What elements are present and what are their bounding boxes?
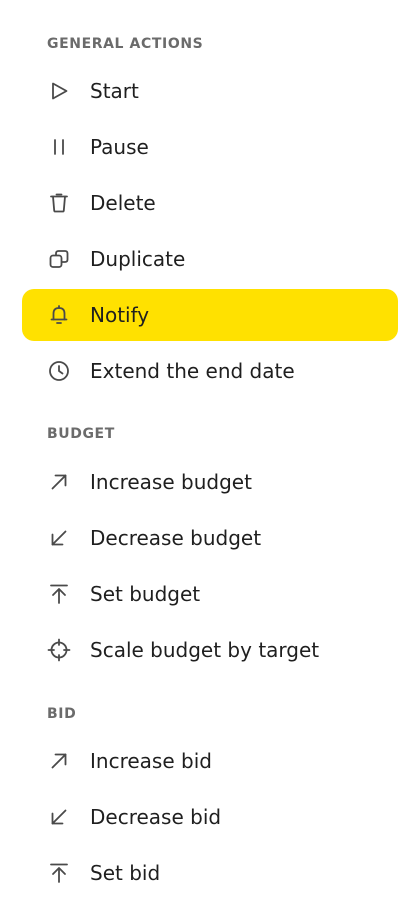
play-icon [47,79,71,103]
clock-icon [47,359,71,383]
arrow-up-right-icon [47,470,71,494]
menu-item-label: Delete [90,191,156,215]
menu-item-increase-bid[interactable]: Increase bid [22,735,398,787]
menu-item-label: Notify [90,303,150,327]
arrow-up-right-icon [47,749,71,773]
menu-item-set-bid[interactable]: Set bid [22,847,398,899]
duplicate-icon [47,247,71,271]
arrow-up-to-line-icon [47,861,71,885]
bell-icon [47,303,71,327]
section-header-bid: BID [47,706,77,722]
trash-icon [47,191,71,215]
menu-item-scale-budget-by-target[interactable]: Scale budget by target [22,624,398,676]
arrow-down-left-icon [47,526,71,550]
menu-item-label: Scale budget by target [90,638,320,662]
menu-item-label: Pause [90,135,149,159]
crosshair-icon [47,638,71,662]
menu-item-label: Decrease budget [90,526,262,550]
menu-item-label: Increase budget [90,470,252,494]
menu-item-label: Decrease bid [90,805,222,829]
arrow-down-left-icon [47,805,71,829]
menu-item-decrease-bid[interactable]: Decrease bid [22,791,398,843]
menu-item-label: Extend the end date [90,359,295,383]
menu-item-pause[interactable]: Pause [22,121,398,173]
menu-item-decrease-budget[interactable]: Decrease budget [22,512,398,564]
menu-item-delete[interactable]: Delete [22,177,398,229]
menu-item-duplicate[interactable]: Duplicate [22,233,398,285]
pause-icon [47,135,71,159]
menu-item-label: Set bid [90,861,161,885]
section-header-general-actions: GENERAL ACTIONS [47,36,204,52]
menu-item-label: Duplicate [90,247,186,271]
arrow-up-to-line-icon [47,582,71,606]
menu-item-label: Set budget [90,582,201,606]
menu-item-start[interactable]: Start [22,65,398,117]
menu-item-label: Increase bid [90,749,212,773]
menu-item-increase-budget[interactable]: Increase budget [22,456,398,508]
section-header-budget: BUDGET [47,426,115,442]
action-menu: GENERAL ACTIONS Start Pause Delete Dupli… [0,0,420,905]
menu-item-label: Start [90,79,139,103]
menu-item-extend-end-date[interactable]: Extend the end date [22,345,398,397]
menu-item-notify[interactable]: Notify [22,289,398,341]
menu-item-set-budget[interactable]: Set budget [22,568,398,620]
